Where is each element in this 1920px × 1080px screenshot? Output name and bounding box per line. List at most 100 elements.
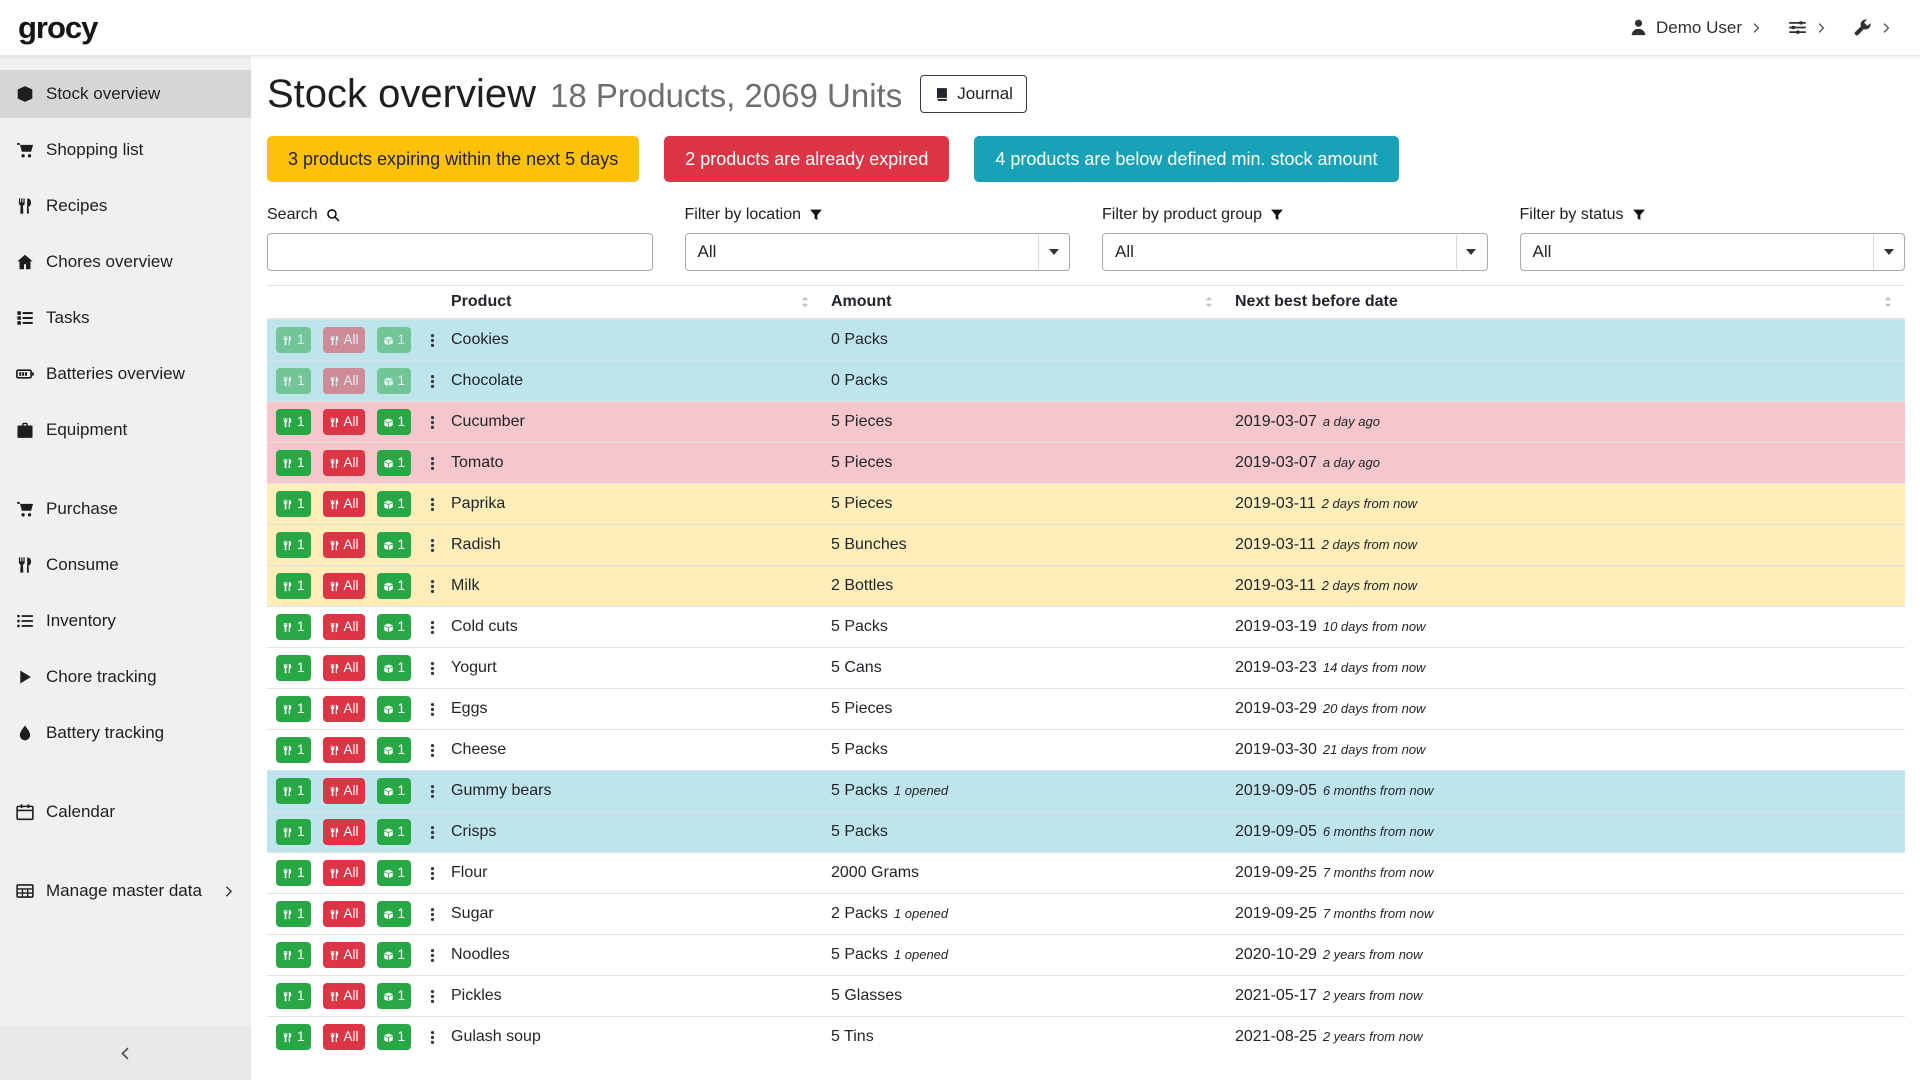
consume-all-button[interactable]: All: [323, 368, 365, 394]
consume-all-button[interactable]: All: [323, 819, 365, 845]
sidebar-item-shopping-list[interactable]: Shopping list: [0, 126, 251, 174]
journal-button[interactable]: Journal: [920, 75, 1027, 113]
sidebar-item-battery-tracking[interactable]: Battery tracking: [0, 709, 251, 757]
date-column-header[interactable]: Next best before date: [1226, 286, 1905, 320]
consume-one-button[interactable]: 1: [276, 983, 311, 1009]
consume-all-button[interactable]: All: [323, 655, 365, 681]
sidebar-item-inventory[interactable]: Inventory: [0, 597, 251, 645]
consume-all-button[interactable]: All: [323, 409, 365, 435]
consume-one-button[interactable]: 1: [276, 491, 311, 517]
consume-all-button[interactable]: All: [323, 532, 365, 558]
consume-all-button[interactable]: All: [323, 860, 365, 886]
consume-one-button[interactable]: 1: [276, 778, 311, 804]
consume-all-button[interactable]: All: [323, 737, 365, 763]
row-menu-button[interactable]: [425, 989, 440, 1004]
sort-icon[interactable]: [1201, 294, 1217, 310]
sidebar-item-tasks[interactable]: Tasks: [0, 294, 251, 342]
open-one-button[interactable]: 1: [377, 368, 412, 394]
open-one-button[interactable]: 1: [377, 327, 412, 353]
product-group-select[interactable]: All: [1102, 233, 1488, 271]
consume-all-button[interactable]: All: [323, 614, 365, 640]
consume-all-button[interactable]: All: [323, 778, 365, 804]
open-one-button[interactable]: 1: [377, 655, 412, 681]
sidebar-item-chores-overview[interactable]: Chores overview: [0, 238, 251, 286]
alert-danger-button[interactable]: 2 products are already expired: [664, 136, 949, 182]
consume-one-button[interactable]: 1: [276, 532, 311, 558]
row-menu-button[interactable]: [425, 948, 440, 963]
settings-menu[interactable]: [1788, 18, 1827, 37]
open-one-button[interactable]: 1: [377, 532, 412, 558]
sidebar-item-consume[interactable]: Consume: [0, 541, 251, 589]
row-menu-button[interactable]: [425, 497, 440, 512]
open-one-button[interactable]: 1: [377, 573, 412, 599]
open-one-button[interactable]: 1: [377, 491, 412, 517]
sidebar-collapse-button[interactable]: [0, 1026, 251, 1080]
consume-one-button[interactable]: 1: [276, 696, 311, 722]
row-menu-button[interactable]: [425, 538, 440, 553]
alert-info-button[interactable]: 4 products are below defined min. stock …: [974, 136, 1398, 182]
open-one-button[interactable]: 1: [377, 696, 412, 722]
row-menu-button[interactable]: [425, 784, 440, 799]
consume-one-button[interactable]: 1: [276, 327, 311, 353]
consume-one-button[interactable]: 1: [276, 860, 311, 886]
sidebar-item-chore-tracking[interactable]: Chore tracking: [0, 653, 251, 701]
consume-one-button[interactable]: 1: [276, 1024, 311, 1050]
row-menu-button[interactable]: [425, 620, 440, 635]
row-menu-button[interactable]: [425, 907, 440, 922]
consume-one-button[interactable]: 1: [276, 901, 311, 927]
consume-all-button[interactable]: All: [323, 696, 365, 722]
consume-one-button[interactable]: 1: [276, 409, 311, 435]
row-menu-button[interactable]: [425, 456, 440, 471]
admin-menu[interactable]: [1853, 18, 1892, 37]
consume-one-button[interactable]: 1: [276, 737, 311, 763]
consume-all-button[interactable]: All: [323, 942, 365, 968]
sidebar-item-batteries-overview[interactable]: Batteries overview: [0, 350, 251, 398]
open-one-button[interactable]: 1: [377, 409, 412, 435]
consume-all-button[interactable]: All: [323, 327, 365, 353]
sidebar-item-stock-overview[interactable]: Stock overview: [0, 70, 251, 118]
consume-one-button[interactable]: 1: [276, 450, 311, 476]
product-column-header[interactable]: Product: [442, 286, 822, 320]
open-one-button[interactable]: 1: [377, 1024, 412, 1050]
row-menu-button[interactable]: [425, 866, 440, 881]
consume-one-button[interactable]: 1: [276, 655, 311, 681]
row-menu-button[interactable]: [425, 743, 440, 758]
consume-all-button[interactable]: All: [323, 983, 365, 1009]
open-one-button[interactable]: 1: [377, 901, 412, 927]
row-menu-button[interactable]: [425, 1030, 440, 1045]
sidebar-item-purchase[interactable]: Purchase: [0, 485, 251, 533]
open-one-button[interactable]: 1: [377, 983, 412, 1009]
consume-one-button[interactable]: 1: [276, 942, 311, 968]
consume-all-button[interactable]: All: [323, 1024, 365, 1050]
row-menu-button[interactable]: [425, 374, 440, 389]
open-one-button[interactable]: 1: [377, 942, 412, 968]
row-menu-button[interactable]: [425, 415, 440, 430]
consume-one-button[interactable]: 1: [276, 573, 311, 599]
consume-all-button[interactable]: All: [323, 901, 365, 927]
consume-all-button[interactable]: All: [323, 450, 365, 476]
open-one-button[interactable]: 1: [377, 778, 412, 804]
consume-one-button[interactable]: 1: [276, 614, 311, 640]
row-menu-button[interactable]: [425, 825, 440, 840]
row-menu-button[interactable]: [425, 702, 440, 717]
open-one-button[interactable]: 1: [377, 819, 412, 845]
location-select[interactable]: All: [685, 233, 1071, 271]
sidebar-item-manage-master-data[interactable]: Manage master data: [0, 867, 251, 915]
user-menu[interactable]: Demo User: [1629, 18, 1762, 38]
alert-warning-button[interactable]: 3 products expiring within the next 5 da…: [267, 136, 639, 182]
search-input[interactable]: [267, 233, 653, 271]
sort-icon[interactable]: [797, 294, 813, 310]
consume-all-button[interactable]: All: [323, 573, 365, 599]
status-select[interactable]: All: [1520, 233, 1906, 271]
consume-one-button[interactable]: 1: [276, 368, 311, 394]
open-one-button[interactable]: 1: [377, 860, 412, 886]
open-one-button[interactable]: 1: [377, 737, 412, 763]
open-one-button[interactable]: 1: [377, 614, 412, 640]
row-menu-button[interactable]: [425, 661, 440, 676]
row-menu-button[interactable]: [425, 333, 440, 348]
sidebar-item-recipes[interactable]: Recipes: [0, 182, 251, 230]
app-logo[interactable]: grocy: [18, 10, 97, 46]
sidebar-item-calendar[interactable]: Calendar: [0, 788, 251, 836]
sidebar-item-equipment[interactable]: Equipment: [0, 406, 251, 454]
consume-one-button[interactable]: 1: [276, 819, 311, 845]
